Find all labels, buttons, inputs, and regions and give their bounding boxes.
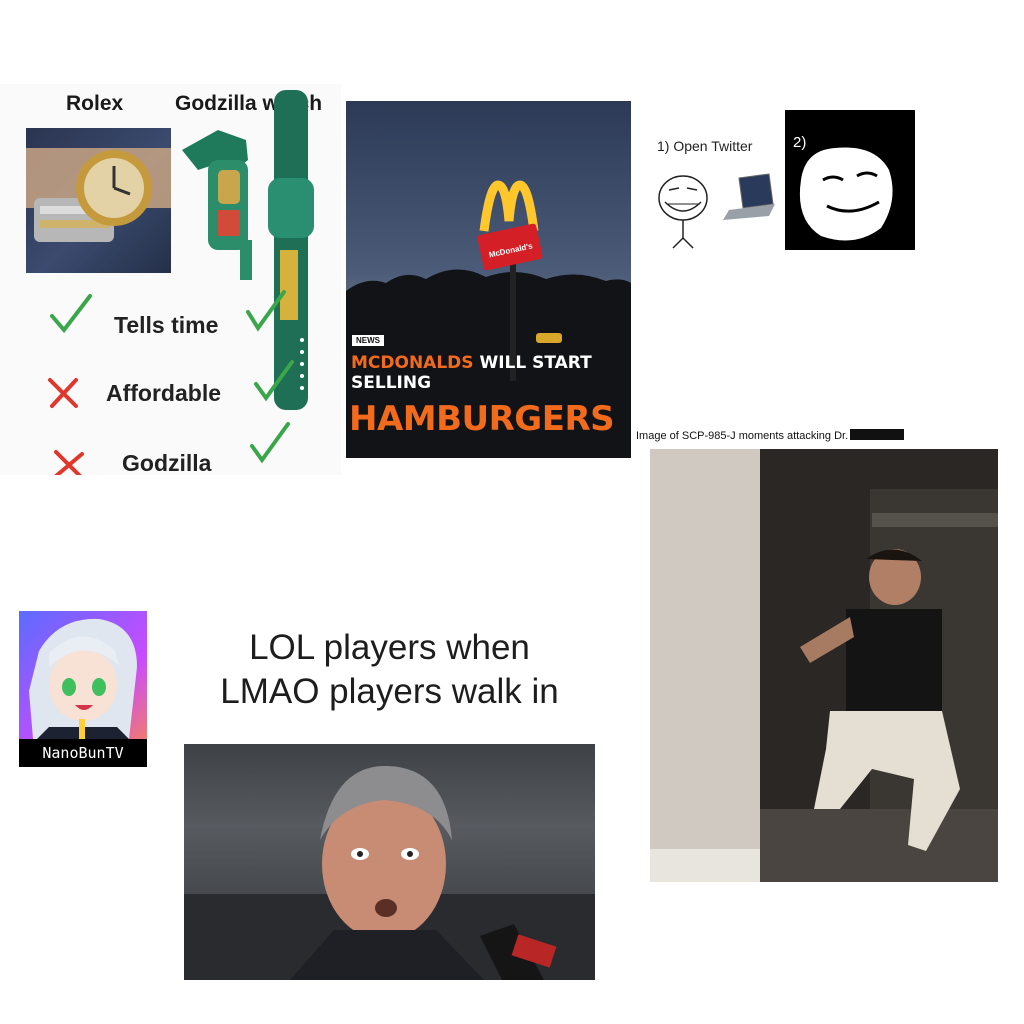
headline-orange: MCDONALDS: [351, 353, 474, 373]
cross-icon: [44, 374, 82, 417]
lol-caption-line1: LOL players when: [249, 628, 530, 667]
check-icon: [48, 292, 94, 343]
check-icon: [244, 288, 288, 339]
check-icon: [252, 358, 296, 409]
anime-avatar-image: [29, 618, 137, 739]
trollface-sad-icon: [799, 147, 893, 241]
lol-players-meme: LOL players when LMAO players walk in: [184, 624, 595, 980]
troll-twitter-meme: 1) Open Twitter 2): [641, 110, 915, 250]
rolex-vs-godzilla-meme: Rolex Godzilla watch Tells time Affordab…: [0, 84, 341, 475]
news-tag: NEWS: [352, 335, 384, 346]
headline-line2: SELLING: [351, 373, 432, 393]
row-label-godzilla: Godzilla: [122, 450, 212, 475]
row-label-affordable: Affordable: [106, 380, 221, 406]
rolex-watch-image: [26, 128, 171, 273]
shocked-man-photo: [184, 744, 595, 980]
trollface-laptop-drawing: [658, 173, 775, 249]
row-label-tells-time: Tells time: [114, 312, 219, 338]
step1-text: 1) Open Twitter: [657, 138, 753, 154]
headline-white: WILL START: [473, 353, 592, 373]
check-icon: [248, 420, 292, 471]
scp-photo: [650, 449, 998, 882]
nanobun-avatar: NanoBunTV: [19, 611, 147, 767]
troll-panel-dark: 2): [785, 110, 915, 250]
mcdonalds-news-meme: McDonald's NEWS MCDONALDS WILL START SEL…: [346, 101, 631, 458]
headline-line1: MCDONALDS WILL START: [351, 353, 592, 373]
header-rolex: Rolex: [66, 92, 124, 115]
redaction-bar: [850, 429, 905, 440]
cross-icon: [50, 446, 88, 475]
lol-caption: LOL players when LMAO players walk in: [184, 626, 595, 714]
scp-caption-text: Image of SCP-985-J moments attacking Dr.: [636, 430, 849, 442]
scp-caption: Image of SCP-985-J moments attacking Dr.: [636, 429, 905, 442]
nanobun-label: NanoBunTV: [19, 739, 147, 767]
headline-big: HAMBURGERS: [349, 399, 615, 439]
lol-caption-line2: LMAO players walk in: [220, 672, 559, 711]
